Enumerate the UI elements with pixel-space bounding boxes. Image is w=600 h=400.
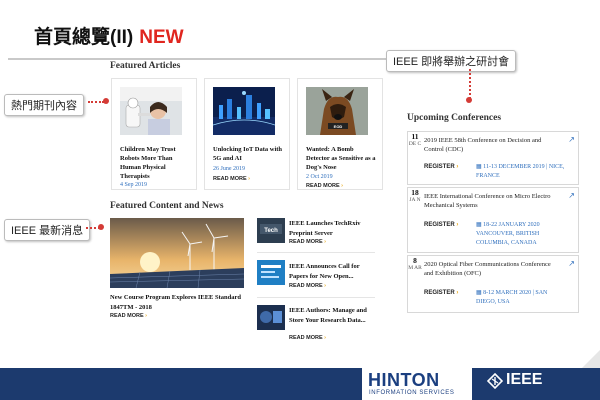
read-more-link[interactable]: READ MORE › xyxy=(213,176,250,182)
register-link[interactable]: REGISTER › xyxy=(424,164,458,170)
hinton-logo: HINTON xyxy=(368,370,440,390)
callout-dot-news xyxy=(98,224,104,230)
page-title-text: 首頁總覽(II) xyxy=(34,27,134,48)
callout-ieee-news: IEEE 最新消息 xyxy=(4,219,91,241)
featured-content-title[interactable]: New Course Program Explores IEEE Standar… xyxy=(110,293,250,312)
conference-date: 18 JA N xyxy=(409,188,421,203)
conference-name[interactable]: IEEE International Conference on Micro E… xyxy=(424,192,560,210)
article-date: 26 June 2019 xyxy=(213,166,245,172)
external-link-icon[interactable]: ↗ xyxy=(568,135,575,144)
news-thumb-research-data xyxy=(257,305,285,330)
article-card-bomb-detector[interactable]: EOD Wanted: A Bomb Detector as Sensitive… xyxy=(297,78,383,190)
news-thumb-open-access xyxy=(257,260,285,285)
callout-featured-articles: 熱門期刊內容 xyxy=(4,94,84,116)
external-link-icon[interactable]: ↗ xyxy=(568,191,575,200)
news-divider xyxy=(257,252,375,253)
hinton-logo-subtitle: INFORMATION SERVICES xyxy=(369,390,455,396)
news-divider xyxy=(257,297,375,298)
register-link[interactable]: REGISTER › xyxy=(424,222,458,228)
conference-date: 11 DE C xyxy=(408,132,422,147)
conference-when: ▦ 18-22 JANUARY 2020 VANCOUVER, BRITISH … xyxy=(476,222,540,246)
callout-line-articles xyxy=(88,101,104,103)
article-date: 2 Oct 2019 xyxy=(306,174,333,180)
article-title[interactable]: Unlocking IoT Data with 5G and AI xyxy=(213,145,283,163)
svg-text:Tech: Tech xyxy=(264,228,278,234)
news-title[interactable]: IEEE Authors: Manage and Store Your Rese… xyxy=(289,306,375,325)
page-title: 首頁總覽(II) NEW xyxy=(34,22,184,49)
featured-content-heading: Featured Content and News xyxy=(110,201,224,211)
new-badge: NEW xyxy=(139,27,184,48)
callout-ieee-conferences: IEEE 即將舉辦之研討會 xyxy=(386,50,517,72)
read-more-link[interactable]: READ MORE › xyxy=(289,283,326,289)
read-more-link[interactable]: READ MORE › xyxy=(289,239,326,245)
article-card-iot[interactable]: Unlocking IoT Data with 5G and AI 26 Jun… xyxy=(204,78,290,190)
conference-ofc[interactable]: 8 M AR 2020 Optical Fiber Communications… xyxy=(407,255,579,313)
conference-cdc[interactable]: 11 DE C 2019 IEEE 58th Conference on Dec… xyxy=(407,131,579,185)
conference-name[interactable]: 2019 IEEE 58th Conference on Decision an… xyxy=(424,136,560,154)
callout-line-conferences xyxy=(469,69,471,99)
register-link[interactable]: REGISTER › xyxy=(424,290,458,296)
featured-content-image-wind-solar[interactable] xyxy=(110,218,244,288)
read-more-link[interactable]: READ MORE › xyxy=(306,183,343,189)
svg-text:EOD: EOD xyxy=(334,124,343,129)
read-more-link[interactable]: READ MORE › xyxy=(110,313,147,319)
article-image-robot-child xyxy=(120,87,182,135)
article-title[interactable]: Children May Trust Robots More Than Huma… xyxy=(120,145,190,181)
callout-dot-articles xyxy=(103,98,109,104)
callout-dot-conferences xyxy=(466,97,472,103)
article-title[interactable]: Wanted: A Bomb Detector as Sensitive as … xyxy=(306,145,376,172)
news-thumb-techrxiv: Tech xyxy=(257,218,285,243)
conference-date: 8 M AR xyxy=(408,256,422,271)
upcoming-conferences-heading: Upcoming Conferences xyxy=(407,113,502,123)
ieee-logo: IEEE xyxy=(506,371,543,388)
ieee-diamond-icon xyxy=(487,373,503,389)
news-title[interactable]: IEEE Announces Call for Papers for New O… xyxy=(289,262,375,281)
article-image-iot-city xyxy=(213,87,275,135)
news-title[interactable]: IEEE Launches TechRxiv Preprint Server xyxy=(289,219,375,238)
conference-when: ▦ 11-13 DECEMBER 2019 | NICE, FRANCE xyxy=(476,164,565,179)
article-image-dog: EOD xyxy=(306,87,368,135)
external-link-icon[interactable]: ↗ xyxy=(568,259,575,268)
article-date: 4 Sep 2019 xyxy=(120,182,147,188)
featured-articles-heading: Featured Articles xyxy=(110,61,181,71)
article-card-robots[interactable]: Children May Trust Robots More Than Huma… xyxy=(111,78,197,190)
conference-mems[interactable]: 18 JA N IEEE International Conference on… xyxy=(407,187,579,253)
conference-name[interactable]: 2020 Optical Fiber Communications Confer… xyxy=(424,260,560,278)
page-curl-corner xyxy=(582,350,600,368)
conference-when: ▦ 8-12 MARCH 2020 | SAN DIEGO, USA xyxy=(476,290,548,305)
read-more-link[interactable]: READ MORE › xyxy=(289,335,326,341)
title-underline xyxy=(8,58,403,60)
